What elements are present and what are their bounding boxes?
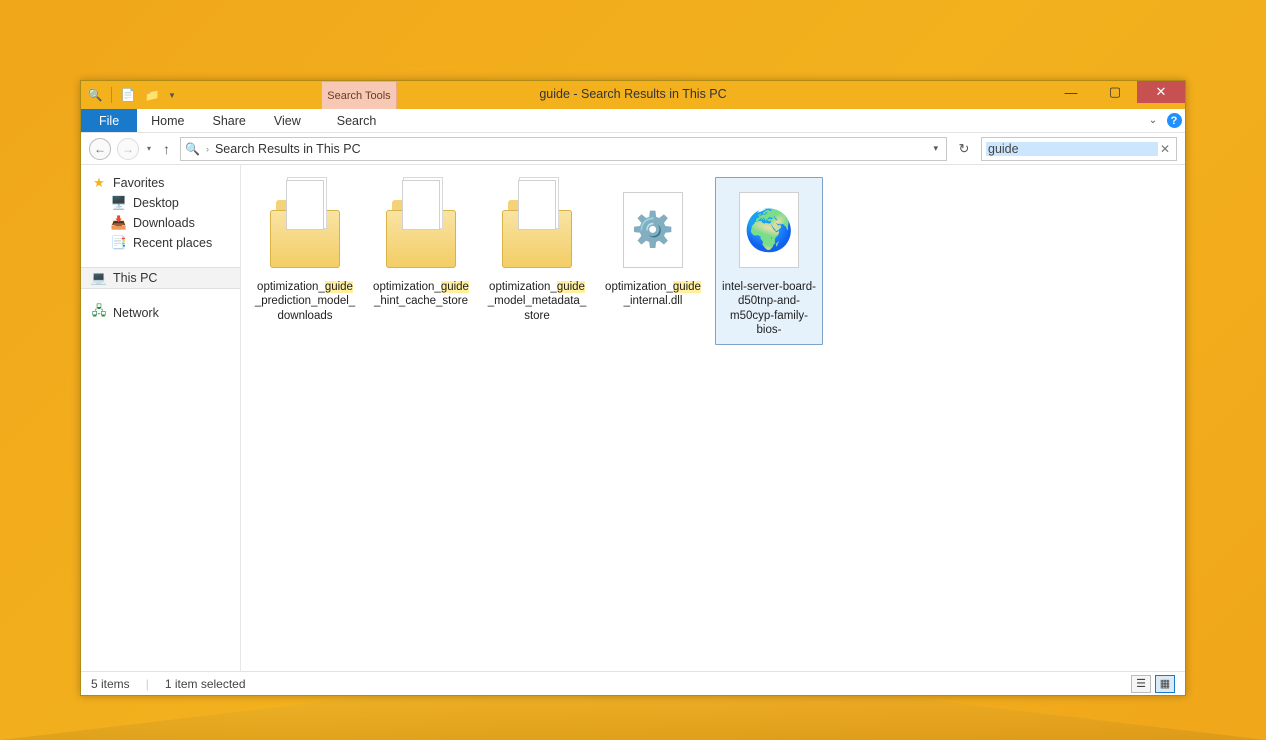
file-name: optimization_guide_internal.dll (602, 280, 704, 309)
nav-favorites-label: Favorites (113, 176, 164, 190)
star-icon: ★ (91, 175, 107, 191)
ribbon-tabs: File Home Share View Search ⌄ ? (81, 109, 1185, 133)
help-icon: ? (1167, 113, 1182, 128)
window-title: guide - Search Results in This PC (81, 87, 1185, 101)
large-icons-view-button[interactable]: ▦ (1155, 675, 1175, 693)
nav-network[interactable]: 🖧 Network (81, 303, 240, 323)
forward-button[interactable]: → (117, 138, 139, 160)
nav-downloads[interactable]: 📥 Downloads (81, 213, 240, 233)
downloads-icon: 📥 (111, 215, 127, 231)
close-button[interactable]: ✕ (1137, 81, 1185, 103)
maximize-button[interactable]: ▢ (1093, 81, 1137, 103)
details-view-button[interactable]: ☰ (1131, 675, 1151, 693)
back-button[interactable]: ← (89, 138, 111, 160)
nav-this-pc-label: This PC (113, 271, 157, 285)
nav-desktop[interactable]: 🖥️ Desktop (81, 193, 240, 213)
address-chevron-icon: › (206, 144, 209, 154)
status-selection: 1 item selected (165, 677, 246, 691)
title-bar: 🔍 📄 📁 ▼ Search Tools guide - Search Resu… (81, 81, 1185, 109)
history-dropdown-icon[interactable]: ▾ (145, 144, 153, 153)
file-item[interactable]: optimization_guide_prediction_model_down… (251, 177, 359, 330)
window-body: ★ Favorites 🖥️ Desktop 📥 Downloads 📑 Rec… (81, 165, 1185, 671)
explorer-window: 🔍 📄 📁 ▼ Search Tools guide - Search Resu… (80, 80, 1186, 696)
status-separator: | (146, 677, 149, 691)
tab-search[interactable]: Search (323, 109, 391, 132)
search-icon: 🔍 (87, 87, 103, 103)
search-term[interactable]: guide (986, 142, 1158, 156)
folder-icon (262, 184, 348, 276)
search-box[interactable]: guide ✕ (981, 137, 1177, 161)
tab-file[interactable]: File (81, 109, 137, 132)
network-icon: 🖧 (91, 305, 107, 321)
file-name: optimization_guide_model_metadata_store (486, 280, 588, 323)
address-crumb[interactable]: Search Results in This PC (215, 142, 924, 156)
recent-icon: 📑 (111, 235, 127, 251)
status-bar: 5 items | 1 item selected ☰ ▦ (81, 671, 1185, 695)
new-folder-icon[interactable]: 📁 (144, 87, 160, 103)
nav-this-pc[interactable]: 💻 This PC (81, 267, 240, 289)
items-view[interactable]: optimization_guide_prediction_model_down… (241, 165, 1185, 671)
tab-home[interactable]: Home (137, 109, 198, 132)
contextual-tab-search-tools[interactable]: Search Tools (321, 81, 397, 109)
address-dropdown-icon[interactable]: ▾ (929, 143, 942, 154)
file-item[interactable]: optimization_guide_hint_cache_store (367, 177, 475, 316)
pc-icon: 💻 (91, 270, 107, 286)
html-icon: 🌍 (726, 184, 812, 276)
file-item[interactable]: ⚙️ optimization_guide_internal.dll (599, 177, 707, 316)
qat-dropdown-icon[interactable]: ▼ (168, 91, 176, 100)
dll-icon: ⚙️ (610, 184, 696, 276)
tab-view[interactable]: View (260, 109, 315, 132)
nav-downloads-label: Downloads (133, 216, 195, 230)
file-name: optimization_guide_prediction_model_down… (254, 280, 356, 323)
quick-access-toolbar: 🔍 📄 📁 ▼ (81, 81, 182, 109)
tab-share[interactable]: Share (199, 109, 260, 132)
search-clear-icon[interactable]: ✕ (1158, 142, 1172, 156)
file-item[interactable]: optimization_guide_model_metadata_store (483, 177, 591, 330)
nav-desktop-label: Desktop (133, 196, 179, 210)
address-search-icon: 🔍 (185, 142, 200, 156)
help-button[interactable]: ? (1163, 109, 1185, 132)
file-item[interactable]: 🌍intel-server-board-d50tnp-and-m50cyp-fa… (715, 177, 823, 345)
nav-favorites[interactable]: ★ Favorites (81, 173, 240, 193)
view-toggle: ☰ ▦ (1131, 675, 1175, 693)
file-name: optimization_guide_hint_cache_store (370, 280, 472, 309)
nav-recent-places[interactable]: 📑 Recent places (81, 233, 240, 253)
navigation-row: ← → ▾ ↑ 🔍 › Search Results in This PC ▾ … (81, 133, 1185, 165)
nav-network-label: Network (113, 306, 159, 320)
minimize-button[interactable]: — (1049, 81, 1093, 103)
refresh-button[interactable]: ↻ (953, 141, 975, 157)
navigation-pane: ★ Favorites 🖥️ Desktop 📥 Downloads 📑 Rec… (81, 165, 241, 671)
up-button[interactable]: ↑ (159, 141, 174, 157)
qat-separator (111, 87, 112, 103)
window-controls: — ▢ ✕ (1049, 81, 1185, 103)
items-container: optimization_guide_prediction_model_down… (251, 177, 1175, 345)
folder-icon (494, 184, 580, 276)
file-name: intel-server-board-d50tnp-and-m50cyp-fam… (718, 280, 820, 338)
folder-icon (378, 184, 464, 276)
properties-icon[interactable]: 📄 (120, 87, 136, 103)
desktop-icon: 🖥️ (111, 195, 127, 211)
nav-recent-label: Recent places (133, 236, 212, 250)
status-item-count: 5 items (91, 677, 130, 691)
address-bar[interactable]: 🔍 › Search Results in This PC ▾ (180, 137, 947, 161)
ribbon-expand-icon[interactable]: ⌄ (1143, 109, 1163, 132)
